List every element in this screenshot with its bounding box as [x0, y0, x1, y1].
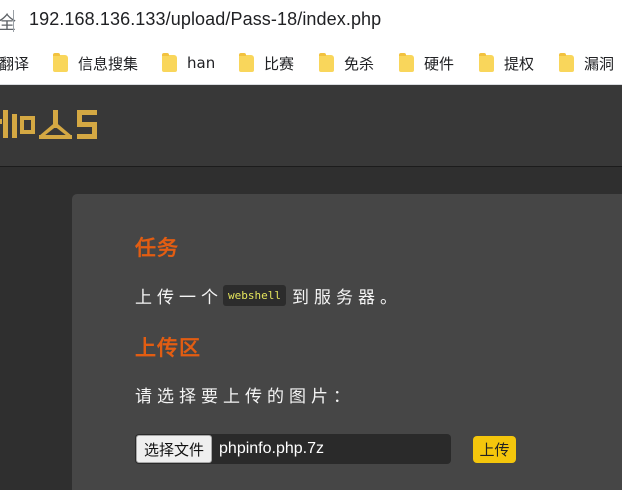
select-image-prompt: 请选择要上传的图片： — [135, 387, 355, 407]
folder-icon — [319, 52, 334, 72]
webshell-code: webshell — [223, 285, 286, 306]
bookmark-label: 信息搜集 — [78, 54, 139, 73]
folder-icon — [479, 52, 494, 72]
bookmark-info-gathering[interactable]: 信息搜集 — [53, 42, 138, 84]
choose-file-button[interactable]: 选择文件 — [136, 435, 213, 463]
upload-button[interactable]: 上传 — [473, 436, 516, 463]
task-text-after: 到服务器。 — [291, 288, 402, 308]
bookmark-av-evasion[interactable]: 免杀 — [319, 42, 374, 84]
task-title: 任务 — [135, 236, 179, 260]
bookmark-label: 提权 — [504, 54, 535, 73]
bookmark-competition[interactable]: 比赛 — [239, 42, 294, 84]
bookmark-label: 硬件 — [424, 54, 455, 73]
bookmark-hardware[interactable]: 硬件 — [399, 42, 454, 84]
file-input[interactable]: 选择文件 phpinfo.php.7z — [135, 434, 451, 464]
folder-icon — [399, 52, 414, 72]
bookmark-label: 翻译 — [0, 54, 30, 73]
task-text-before: 上传一个 — [135, 288, 223, 308]
site-header — [0, 85, 622, 167]
site-logo[interactable] — [0, 104, 114, 146]
address-bar[interactable]: 全 192.168.136.133/upload/Pass-18/index.p… — [0, 0, 622, 42]
folder-icon — [162, 52, 177, 72]
folder-icon — [53, 52, 68, 72]
bookmark-label: han — [187, 54, 216, 72]
bookmark-translate[interactable]: 翻译 — [0, 42, 29, 84]
folder-icon — [239, 52, 254, 72]
url-text[interactable]: 192.168.136.133/upload/Pass-18/index.php — [29, 9, 381, 30]
address-separator — [13, 10, 14, 32]
folder-icon — [559, 52, 574, 72]
task-description: 上传一个 webshell 到服务器。 — [135, 283, 402, 308]
selected-file-name: phpinfo.php.7z — [219, 440, 324, 457]
bookmark-label: 比赛 — [264, 54, 295, 73]
bookmarks-bar: 翻译 信息搜集 han 比赛 免杀 硬件 提权 漏洞 — [0, 42, 622, 85]
bookmark-han[interactable]: han — [162, 42, 215, 84]
upload-area-title: 上传区 — [135, 336, 201, 360]
bookmark-label: 免杀 — [344, 54, 375, 73]
bookmark-label: 漏洞 — [584, 54, 615, 73]
bookmark-vulnerabilities[interactable]: 漏洞 — [559, 42, 614, 84]
bookmark-privilege-escalation[interactable]: 提权 — [479, 42, 534, 84]
